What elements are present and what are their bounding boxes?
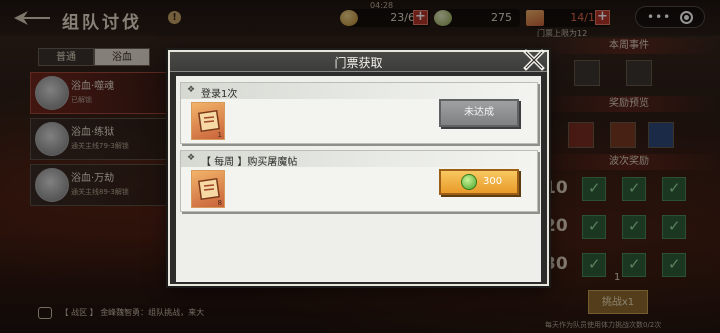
- task-header: ❖ 【 每周 】购买屠魔帖: [181, 151, 537, 168]
- not-achieved-button[interactable]: 未达成: [439, 99, 519, 127]
- ticket-item[interactable]: 1: [191, 102, 225, 140]
- item-count: 8: [217, 199, 222, 207]
- task-row: ❖ 登录1次 1 未达成: [180, 82, 538, 144]
- buy-button[interactable]: 300: [439, 169, 519, 195]
- dialog-body: ❖ 登录1次 1 未达成 ❖ 【 每周 】购买屠魔帖 8 300: [176, 76, 541, 282]
- dialog-header: 门票获取: [170, 52, 547, 72]
- task-label: 【 每周 】购买屠魔帖: [201, 157, 298, 168]
- ticket-acquire-dialog: 门票获取 ❖ 登录1次 1 未达成 ❖ 【 每周 】购买屠魔帖 8 300: [168, 48, 549, 286]
- ticket-icon: [198, 177, 220, 201]
- ticket-item[interactable]: 8: [191, 170, 225, 208]
- ticket-icon: [198, 109, 220, 133]
- diamond-icon: ❖: [187, 153, 196, 163]
- task-label: 登录1次: [201, 89, 238, 100]
- close-icon[interactable]: [522, 48, 546, 72]
- item-count: 1: [217, 131, 222, 139]
- task-header: ❖ 登录1次: [181, 83, 537, 100]
- price-label: 300: [483, 176, 503, 187]
- diamond-icon: ❖: [187, 85, 196, 95]
- task-row: ❖ 【 每周 】购买屠魔帖 8 300: [180, 150, 538, 212]
- dialog-title: 门票获取: [334, 56, 383, 70]
- jade-icon: [461, 174, 477, 190]
